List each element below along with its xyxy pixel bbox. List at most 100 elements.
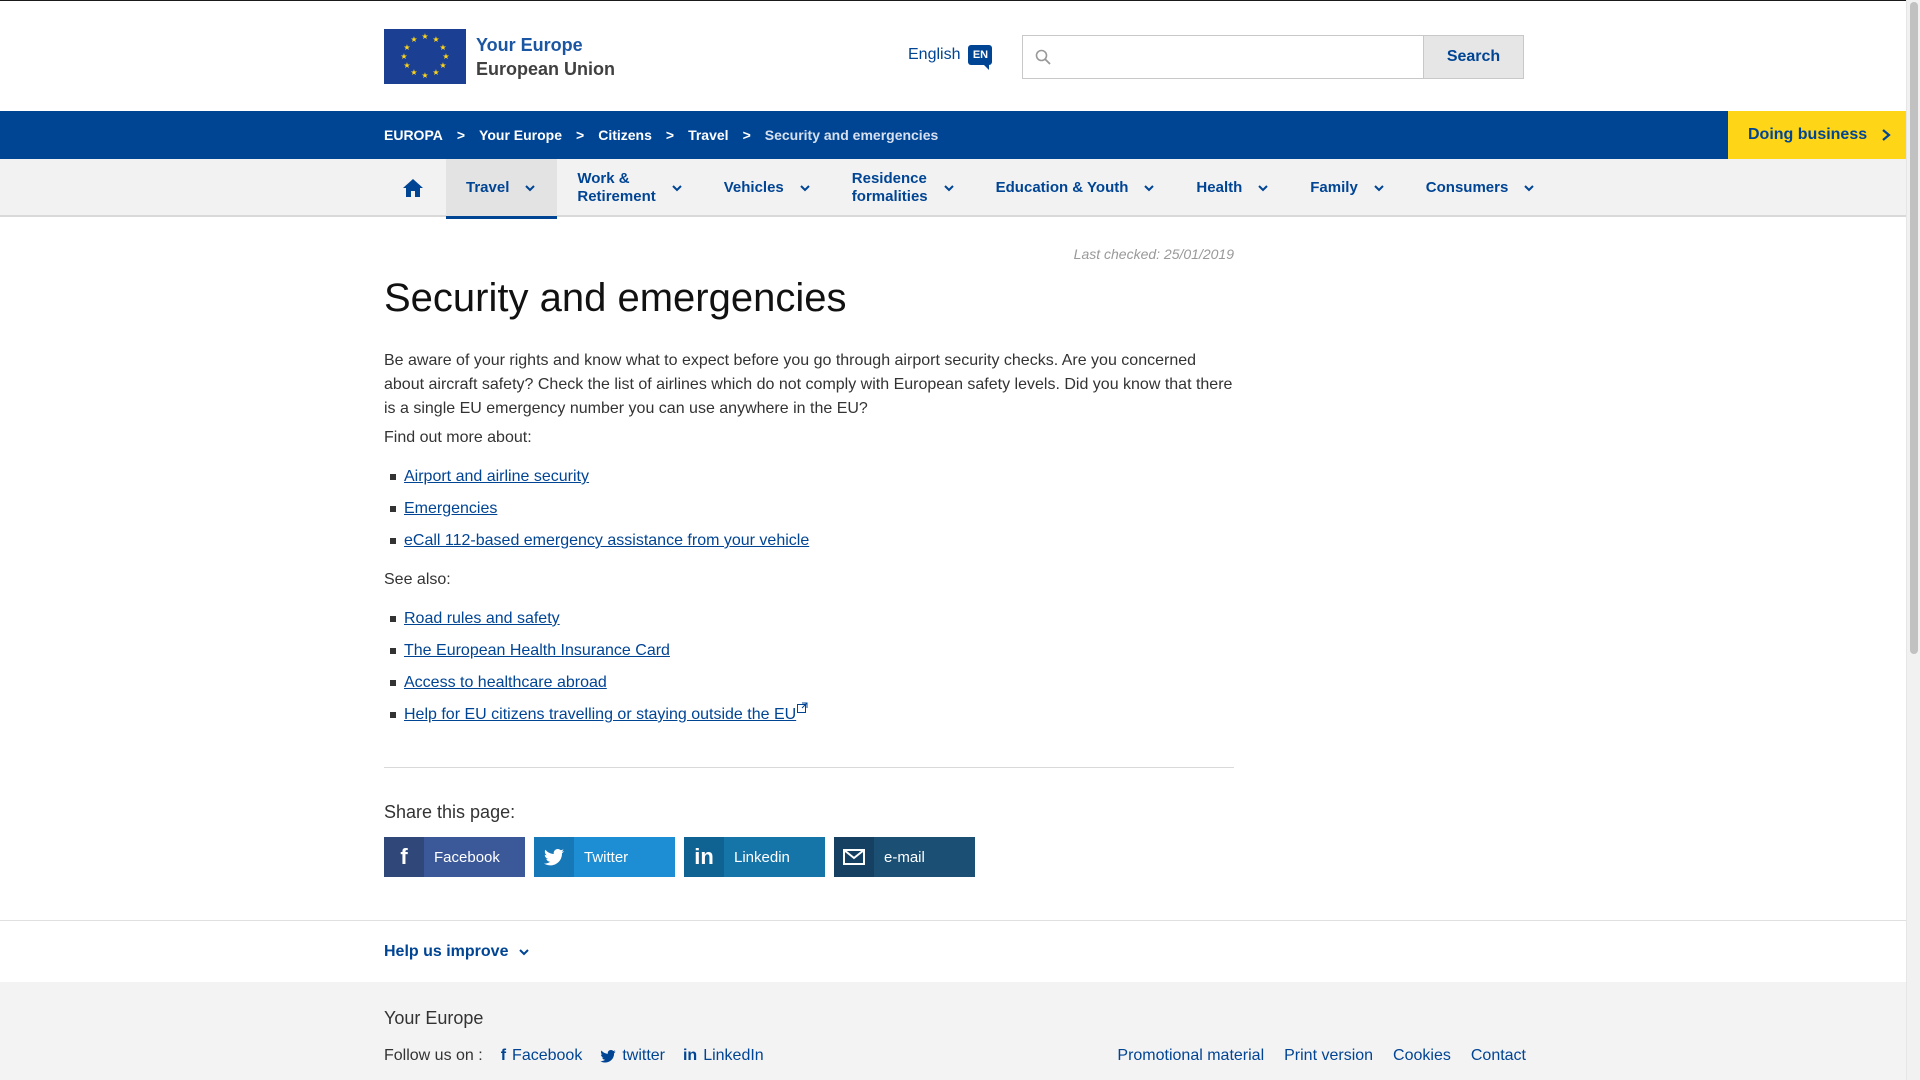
footer-link-promotional-material[interactable]: Promotional material: [1117, 1047, 1264, 1065]
footer-link-print-version[interactable]: Print version: [1284, 1047, 1373, 1065]
link-help-outside-eu[interactable]: Help for EU citizens travelling or stayi…: [404, 706, 796, 723]
search-icon: [1035, 49, 1051, 65]
breadcrumb-separator: >: [456, 127, 466, 143]
chevron-down-icon: [943, 185, 954, 192]
breadcrumb-separator: >: [576, 127, 585, 143]
link-emergencies[interactable]: Emergencies: [404, 500, 497, 517]
share-twitter-button[interactable]: Twitter: [534, 837, 675, 877]
twitter-icon: [600, 1049, 616, 1063]
list-item: Airport and airline security: [384, 461, 1234, 493]
nav-item-label: Work & Retirement: [577, 170, 655, 206]
nav-item-label: Residence formalities: [852, 170, 928, 206]
nav-item-family[interactable]: Family: [1290, 159, 1406, 217]
site-header: ★ ★ ★ ★ ★ ★ ★ ★ ★ ★ ★ ★ Your Europe Euro…: [0, 1, 1906, 111]
nav-item-label: Consumers: [1425, 179, 1509, 196]
footer-link-cookies[interactable]: Cookies: [1393, 1047, 1451, 1065]
share-email-button[interactable]: e-mail: [834, 837, 975, 877]
list-item: Access to healthcare abroad: [384, 667, 1234, 699]
page-scrollbar[interactable]: [1906, 0, 1920, 1080]
breadcrumb-citizens[interactable]: Citizens: [598, 127, 652, 143]
doing-business-button[interactable]: Doing business: [1728, 111, 1906, 159]
follow-label: Follow us on :: [384, 1047, 483, 1064]
find-out-more-label: Find out more about:: [384, 429, 532, 446]
breadcrumb-your-europe[interactable]: Your Europe: [479, 127, 562, 143]
share-label: Share this page:: [384, 802, 516, 822]
help-us-improve-bar: Help us improve: [0, 920, 1906, 982]
breadcrumb: EUROPA > Your Europe > Citizens > Travel…: [384, 111, 938, 159]
linkedin-icon: in: [684, 837, 724, 877]
see-also-list: Road rules and safety The European Healt…: [384, 603, 1234, 731]
search-input[interactable]: [1023, 36, 1423, 78]
list-item: eCall 112-based emergency assistance fro…: [384, 525, 1234, 557]
footer-social-label: twitter: [622, 1047, 665, 1064]
chevron-down-icon: [1524, 185, 1535, 192]
main-nav-items: Travel Work & Retirement Vehicles Reside…: [384, 159, 1557, 219]
share-button-label: Twitter: [584, 848, 629, 866]
nav-item-consumers[interactable]: Consumers: [1406, 159, 1557, 217]
nav-item-travel[interactable]: Travel: [446, 159, 558, 219]
footer-links: Promotional material Print version Cooki…: [1097, 1047, 1526, 1065]
logo-title: Your Europe: [476, 34, 583, 55]
doing-business-label: Doing business: [1748, 126, 1868, 143]
language-code-badge: EN: [968, 45, 993, 70]
see-also-label: See also:: [384, 571, 451, 588]
breadcrumb-bar: EUROPA > Your Europe > Citizens > Travel…: [0, 111, 1906, 159]
footer-twitter-link[interactable]: twitter: [600, 1047, 665, 1065]
site-footer: Your Europe Follow us on : f Facebook tw…: [0, 982, 1906, 1080]
breadcrumb-separator: >: [665, 127, 675, 143]
chevron-right-icon: [1882, 129, 1891, 141]
footer-social-label: Facebook: [512, 1047, 583, 1064]
page-title: Security and emergencies: [384, 276, 847, 320]
external-link-icon: [797, 702, 808, 713]
scrollbar-thumb[interactable]: [1910, 2, 1918, 654]
share-button-label: Facebook: [434, 848, 500, 866]
nav-item-label: Health: [1196, 179, 1243, 196]
nav-item-label-line2: formalities: [851, 188, 928, 205]
eu-flag-icon: ★ ★ ★ ★ ★ ★ ★ ★ ★ ★ ★ ★: [384, 29, 466, 84]
chevron-down-icon: [519, 949, 530, 956]
link-healthcare-abroad[interactable]: Access to healthcare abroad: [404, 674, 607, 691]
chevron-down-icon: [1374, 185, 1384, 192]
nav-item-education-youth[interactable]: Education & Youth: [976, 159, 1177, 217]
nav-item-health[interactable]: Health: [1176, 159, 1290, 217]
nav-item-work-retirement[interactable]: Work & Retirement: [557, 159, 703, 217]
chevron-down-icon: [800, 185, 810, 192]
link-road-rules-safety[interactable]: Road rules and safety: [404, 610, 560, 627]
breadcrumb-travel[interactable]: Travel: [688, 127, 728, 143]
share-linkedin-button[interactable]: in Linkedin: [684, 837, 825, 877]
breadcrumb-europa[interactable]: EUROPA: [384, 127, 443, 143]
list-item: Road rules and safety: [384, 603, 1234, 635]
share-facebook-button[interactable]: f Facebook: [384, 837, 525, 877]
link-ecall-112[interactable]: eCall 112-based emergency assistance fro…: [404, 532, 809, 549]
content-divider: [384, 767, 1234, 768]
share-button-label: e-mail: [884, 848, 925, 866]
footer-linkedin-link[interactable]: in LinkedIn: [683, 1047, 764, 1065]
language-selector[interactable]: English EN: [908, 45, 993, 70]
find-out-more-list: Airport and airline security Emergencies…: [384, 461, 1234, 557]
footer-site-name: Your Europe: [384, 1008, 484, 1028]
main-nav: Travel Work & Retirement Vehicles Reside…: [0, 159, 1906, 219]
home-icon: [403, 179, 423, 197]
facebook-icon: f: [384, 837, 424, 877]
nav-item-label: Vehicles: [723, 179, 784, 196]
share-buttons: f Facebook Twitter in Linkedin e-mail: [384, 837, 1234, 877]
nav-item-label-line1: Work &: [577, 170, 630, 187]
footer-link-contact[interactable]: Contact: [1471, 1047, 1526, 1065]
main-content: Last checked: 25/01/2019 Security and em…: [384, 226, 1234, 877]
footer-facebook-link[interactable]: f Facebook: [501, 1047, 583, 1065]
twitter-icon: [534, 837, 574, 877]
nav-item-label-line1: Residence: [851, 170, 927, 187]
link-airport-airline-security[interactable]: Airport and airline security: [404, 468, 589, 485]
logo-text: Your Europe European Union: [476, 33, 615, 81]
nav-item-vehicles[interactable]: Vehicles: [704, 159, 832, 217]
help-us-improve-toggle[interactable]: Help us improve: [384, 943, 530, 961]
search-button[interactable]: Search: [1423, 36, 1523, 78]
search-bar: Search: [1022, 35, 1524, 79]
site-logo-link[interactable]: ★ ★ ★ ★ ★ ★ ★ ★ ★ ★ ★ ★ Your Europe Euro…: [384, 29, 615, 84]
nav-home[interactable]: [384, 159, 446, 217]
linkedin-icon: in: [682, 1047, 698, 1064]
link-ehic[interactable]: The European Health Insurance Card: [404, 642, 670, 659]
chevron-down-icon: [672, 185, 682, 192]
nav-item-residence-formalities[interactable]: Residence formalities: [832, 159, 976, 217]
breadcrumb-current: Security and emergencies: [764, 127, 939, 143]
